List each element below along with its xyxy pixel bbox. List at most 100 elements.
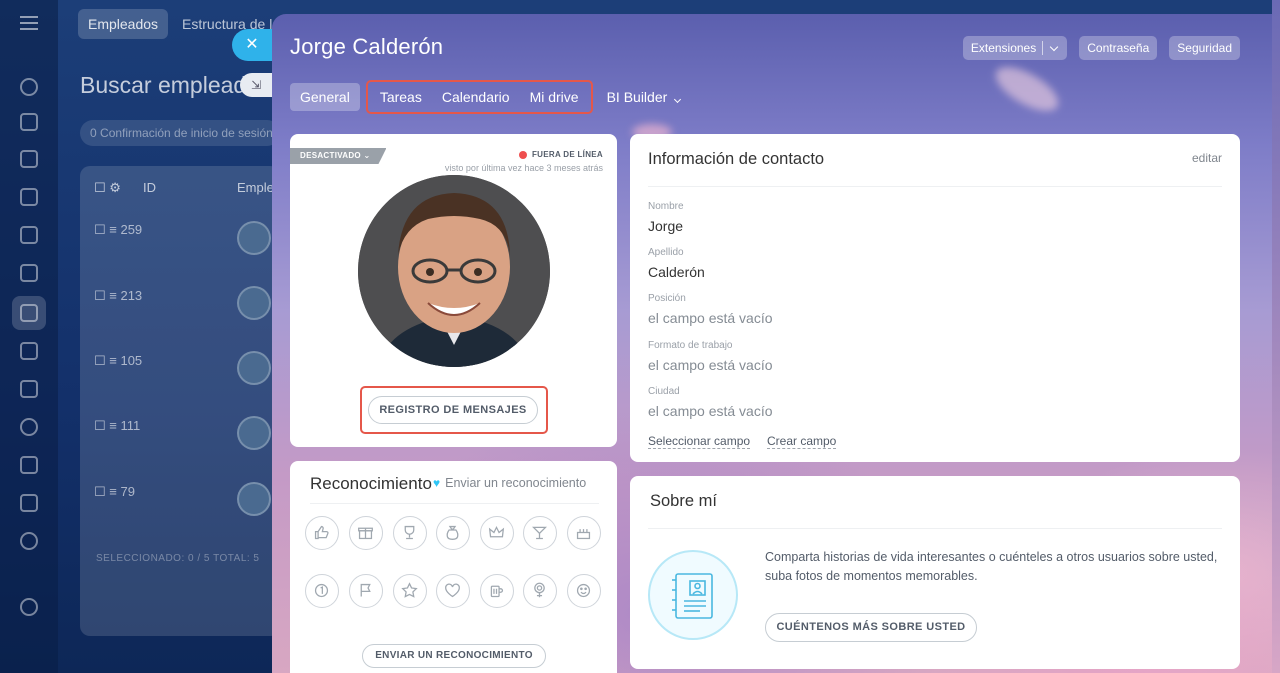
header-actions: Extensiones Contraseña Seguridad bbox=[962, 36, 1240, 60]
flag-icon[interactable] bbox=[349, 574, 383, 608]
feed-icon[interactable] bbox=[20, 78, 38, 96]
status-badge[interactable]: DESACTIVADO ⌄ bbox=[290, 148, 386, 164]
column-id: ID bbox=[143, 180, 156, 195]
chevron-down-icon bbox=[674, 95, 682, 104]
menu-icon[interactable] bbox=[20, 16, 38, 30]
select-field-link[interactable]: Seleccionar campo bbox=[648, 434, 751, 449]
pen-icon[interactable] bbox=[20, 494, 38, 512]
send-recognition-link[interactable]: ♥ Enviar un reconocimiento bbox=[433, 476, 586, 490]
divider bbox=[1042, 41, 1044, 55]
beer-icon[interactable] bbox=[480, 574, 514, 608]
help-icon[interactable] bbox=[20, 598, 38, 616]
send-recognition-button[interactable]: ENVIAR UN RECONOCIMIENTO bbox=[362, 644, 546, 668]
highlighted-tabs-group: Tareas Calendario Mi drive bbox=[365, 80, 593, 114]
profile-card: DESACTIVADO ⌄ FUERA DE LÍNEA visto por ú… bbox=[290, 134, 617, 447]
edit-link[interactable]: editar bbox=[1192, 151, 1222, 165]
extensions-button[interactable]: Extensiones bbox=[962, 36, 1068, 60]
background-petal bbox=[989, 58, 1065, 120]
chevron-down-icon[interactable] bbox=[1049, 42, 1059, 51]
create-field-link[interactable]: Crear campo bbox=[767, 434, 837, 449]
smile-icon[interactable] bbox=[567, 574, 601, 608]
tasks-icon[interactable] bbox=[20, 113, 38, 131]
recognition-card: Reconocimiento ♥ Enviar un reconocimiento… bbox=[290, 461, 617, 673]
table-row[interactable]: ☐ ≡ 213 bbox=[94, 288, 142, 304]
table-row[interactable]: ☐ ≡ 111 bbox=[94, 418, 140, 434]
employees-icon[interactable] bbox=[20, 304, 38, 322]
gift-icon[interactable] bbox=[349, 516, 383, 550]
thumbs-up-icon[interactable] bbox=[305, 516, 339, 550]
field-value-position[interactable]: el campo está vacío bbox=[648, 310, 773, 326]
about-me-title: Sobre mí bbox=[650, 492, 717, 510]
trophy-icon[interactable] bbox=[393, 516, 427, 550]
password-button[interactable]: Contraseña bbox=[1079, 36, 1158, 60]
close-icon[interactable]: ✕ bbox=[232, 29, 272, 61]
settings-icon[interactable] bbox=[20, 532, 38, 550]
calendar-icon[interactable] bbox=[20, 342, 38, 360]
money-bag-icon[interactable] bbox=[436, 516, 470, 550]
field-label-last-name: Apellido bbox=[648, 247, 684, 258]
background-filter-chip[interactable]: 0 Confirmación de inicio de sesión bbox=[80, 120, 280, 146]
target-icon[interactable] bbox=[20, 418, 38, 436]
table-row[interactable]: ☐ ≡ 105 bbox=[94, 353, 142, 369]
number-one-icon[interactable] bbox=[305, 574, 339, 608]
tell-more-button[interactable]: CUÉNTENOS MÁS SOBRE USTED bbox=[765, 613, 977, 642]
profile-tabs: General Tareas Calendario Mi drive BI Bu… bbox=[290, 80, 692, 114]
field-value-work-format[interactable]: el campo está vacío bbox=[648, 357, 773, 373]
heart-icon: ♥ bbox=[433, 476, 441, 490]
avatar[interactable] bbox=[358, 175, 550, 367]
table-row[interactable]: ☐ ≡ 79 bbox=[94, 484, 135, 500]
avatar bbox=[237, 351, 271, 385]
field-label-first-name: Nombre bbox=[648, 201, 684, 212]
page-title: Jorge Calderón bbox=[290, 34, 444, 59]
background-edge bbox=[1272, 0, 1280, 673]
avatar-photo bbox=[358, 175, 550, 367]
field-value-city[interactable]: el campo está vacío bbox=[648, 403, 773, 419]
field-label-city: Ciudad bbox=[648, 386, 680, 397]
field-label-position: Posición bbox=[648, 293, 686, 304]
tab-general[interactable]: General bbox=[290, 83, 360, 111]
background-table-footer: SELECCIONADO: 0 / 5 TOTAL: 5 bbox=[96, 553, 260, 564]
offline-dot-icon bbox=[518, 150, 527, 159]
contact-info-card: Información de contacto editar Nombre Jo… bbox=[630, 134, 1240, 462]
background-page-title: Buscar emplead bbox=[80, 72, 247, 98]
filter-icon[interactable] bbox=[20, 150, 38, 168]
message-log-button[interactable]: REGISTRO DE MENSAJES bbox=[368, 396, 538, 424]
table-row[interactable]: ☐ ≡ 259 bbox=[94, 222, 142, 238]
divider bbox=[310, 503, 599, 504]
field-value-last-name[interactable]: Calderón bbox=[648, 264, 705, 280]
avatar bbox=[237, 221, 271, 255]
avatar bbox=[237, 416, 271, 450]
analytics-icon[interactable] bbox=[20, 226, 38, 244]
employee-profile-panel: Jorge Calderón Extensiones Contraseña Se… bbox=[272, 14, 1272, 673]
chat-icon[interactable] bbox=[20, 188, 38, 206]
document-icon[interactable] bbox=[20, 456, 38, 474]
online-status: FUERA DE LÍNEA bbox=[518, 150, 603, 159]
avatar bbox=[237, 286, 271, 320]
select-all-checkbox[interactable]: ☐ ⚙ bbox=[94, 180, 121, 196]
recognition-title: Reconocimiento bbox=[310, 474, 432, 493]
tab-drive[interactable]: Mi drive bbox=[520, 83, 589, 111]
collapse-icon[interactable]: ⇲ bbox=[240, 73, 272, 97]
building-icon[interactable] bbox=[20, 380, 38, 398]
tab-employees[interactable]: Empleados bbox=[78, 9, 169, 39]
cake-icon[interactable] bbox=[567, 516, 601, 550]
divider bbox=[648, 186, 1222, 187]
crown-icon[interactable] bbox=[480, 516, 514, 550]
left-sidebar bbox=[0, 0, 58, 673]
cart-icon[interactable] bbox=[20, 264, 38, 282]
tab-calendar[interactable]: Calendario bbox=[432, 83, 520, 111]
tab-tasks[interactable]: Tareas bbox=[370, 83, 432, 111]
about-me-card: Sobre mí Comparta historias de vida inte… bbox=[630, 476, 1240, 669]
contact-info-title: Información de contacto bbox=[648, 150, 825, 168]
cocktail-icon[interactable] bbox=[523, 516, 557, 550]
tab-bi-builder[interactable]: BI Builder bbox=[597, 83, 693, 111]
divider bbox=[648, 528, 1222, 529]
field-value-first-name[interactable]: Jorge bbox=[648, 218, 683, 234]
star-icon[interactable] bbox=[393, 574, 427, 608]
heart-icon[interactable] bbox=[436, 574, 470, 608]
column-employee: Emple bbox=[237, 180, 274, 195]
flower-icon[interactable] bbox=[523, 574, 557, 608]
last-seen: visto por última vez hace 3 meses atrás bbox=[444, 163, 603, 173]
notebook-icon bbox=[648, 550, 738, 640]
security-button[interactable]: Seguridad bbox=[1169, 36, 1240, 60]
